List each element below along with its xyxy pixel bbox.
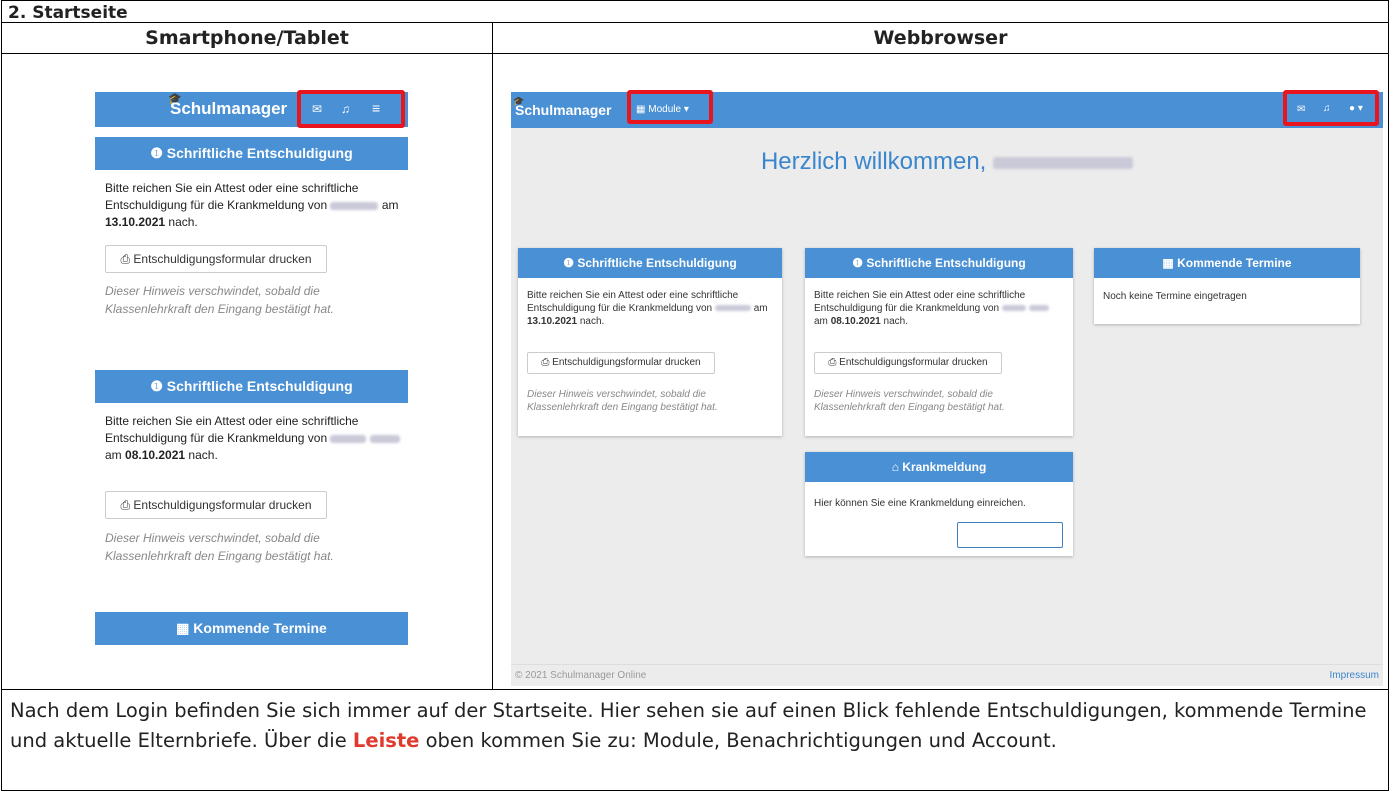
web-screenshot-cell: 🎓 Schulmanager ▦ Module ▾ ✉ ♫ ● ▾ Herzlic…	[493, 54, 1388, 690]
blurred-name	[1028, 305, 1049, 312]
section-title: 2. Startseite	[2, 1, 1388, 23]
web-card-text-2: Bitte reichen Sie ein Attest oder eine s…	[814, 289, 1064, 328]
mobile-card-header-1: ❶ Schriftliche Entschuldigung	[95, 137, 408, 170]
web-print-button-2[interactable]: ⎙ Entschuldigungsformular drucken	[814, 352, 1002, 374]
printer-icon: ⎙	[120, 498, 134, 512]
calendar-icon: ▦	[176, 620, 194, 636]
exclamation-icon: ❶	[150, 378, 167, 394]
copyright-text: © 2021 Schulmanager Online	[515, 670, 647, 681]
web-card-krankmeldung: ⌂ Krankmeldung Hier können Sie eine Kran…	[805, 452, 1073, 556]
highlight-box-modules	[627, 90, 713, 124]
web-topbar: 🎓 Schulmanager ▦ Module ▾ ✉ ♫ ● ▾	[511, 90, 1383, 128]
mobile-logo[interactable]: 🎓 Schulmanager	[168, 93, 287, 119]
web-card-entschuldigung-1: ❶ Schriftliche Entschuldigung Bitte reic…	[518, 248, 782, 436]
web-main-area: Herzlich willkommen, ❶ Schriftliche Ents…	[511, 128, 1383, 664]
calendar-icon: ▦	[1162, 256, 1178, 270]
blurred-name	[330, 201, 379, 210]
highlight-leiste: Leiste	[352, 729, 420, 752]
highlight-box-mobile	[297, 90, 405, 128]
graduation-cap-icon: 🎓	[168, 93, 182, 105]
exclamation-icon: ❶	[852, 256, 867, 270]
exclamation-icon: ❶	[150, 145, 167, 161]
mobile-topbar: 🎓 Schulmanager ✉ ♫ ≡	[95, 90, 408, 128]
no-termine-text: Noch keine Termine eingetragen	[1103, 291, 1247, 302]
zur-krankmeldung-button[interactable]: Zur Krankmeldung	[957, 522, 1063, 548]
column-header-webbrowser: Webbrowser	[493, 23, 1388, 54]
web-card-header-krank: ⌂ Krankmeldung	[805, 452, 1073, 482]
mobile-card-text-2: Bitte reichen Sie ein Attest oder eine s…	[105, 413, 401, 464]
printer-icon: ⎙	[120, 252, 134, 266]
home-icon: ⌂	[891, 460, 903, 474]
web-logo[interactable]: 🎓 Schulmanager	[513, 96, 611, 118]
print-form-button-1[interactable]: ⎙ Entschuldigungsformular drucken	[105, 245, 327, 273]
mobile-card-header-termine: ▦ Kommende Termine	[95, 612, 408, 645]
document-table: 2. Startseite Smartphone/Tablet Webbrows…	[1, 0, 1389, 791]
printer-icon: ⎙	[541, 357, 553, 368]
mobile-hint-1: Dieser Hinweis verschwindet, sobald die …	[105, 284, 334, 316]
welcome-heading: Herzlich willkommen,	[511, 148, 1383, 176]
graduation-cap-icon: 🎓	[513, 96, 525, 106]
web-card-header-termine: ▦ Kommende Termine	[1094, 248, 1360, 278]
krank-text: Hier können Sie eine Krankmeldung einrei…	[814, 498, 1026, 509]
blurred-name	[330, 434, 367, 443]
column-header-smartphone: Smartphone/Tablet	[2, 23, 493, 54]
web-card-entschuldigung-2: ❶ Schriftliche Entschuldigung Bitte reic…	[805, 248, 1073, 436]
highlight-box-web-icons	[1283, 90, 1379, 126]
exclamation-icon: ❶	[563, 256, 578, 270]
web-card-header-1: ❶ Schriftliche Entschuldigung	[518, 248, 782, 278]
blurred-name	[714, 305, 751, 312]
mobile-card-header-2: ❶ Schriftliche Entschuldigung	[95, 370, 408, 403]
web-card-termine: ▦ Kommende Termine Noch keine Termine ei…	[1094, 248, 1360, 324]
web-card-text-1: Bitte reichen Sie ein Attest oder eine s…	[527, 290, 768, 327]
mobile-hint-2: Dieser Hinweis verschwindet, sobald die …	[105, 531, 334, 563]
web-hint-1: Dieser Hinweis verschwindet, sobald die …	[527, 389, 718, 413]
web-hint-2: Dieser Hinweis verschwindet, sobald die …	[814, 389, 1005, 413]
blurred-name	[369, 434, 400, 443]
print-form-button-2[interactable]: ⎙ Entschuldigungsformular drucken	[105, 491, 327, 519]
mobile-card-text-1: Bitte reichen Sie ein Attest oder eine s…	[105, 181, 399, 229]
web-card-header-2: ❶ Schriftliche Entschuldigung	[805, 248, 1073, 278]
web-footer: © 2021 Schulmanager Online Impressum	[511, 664, 1383, 686]
impressum-link[interactable]: Impressum	[1330, 670, 1379, 681]
mobile-app: 🎓 Schulmanager ✉ ♫ ≡ ❶ Schriftliche Entsc…	[95, 90, 408, 688]
blurred-name	[1001, 305, 1026, 312]
blurred-name	[993, 156, 1134, 169]
printer-icon: ⎙	[828, 357, 840, 368]
description-text: Nach dem Login befinden Sie sich immer a…	[10, 699, 1367, 752]
web-print-button-1[interactable]: ⎙ Entschuldigungsformular drucken	[527, 352, 715, 374]
mobile-screenshot-cell: 🎓 Schulmanager ✉ ♫ ≡ ❶ Schriftliche Entsc…	[2, 54, 493, 690]
